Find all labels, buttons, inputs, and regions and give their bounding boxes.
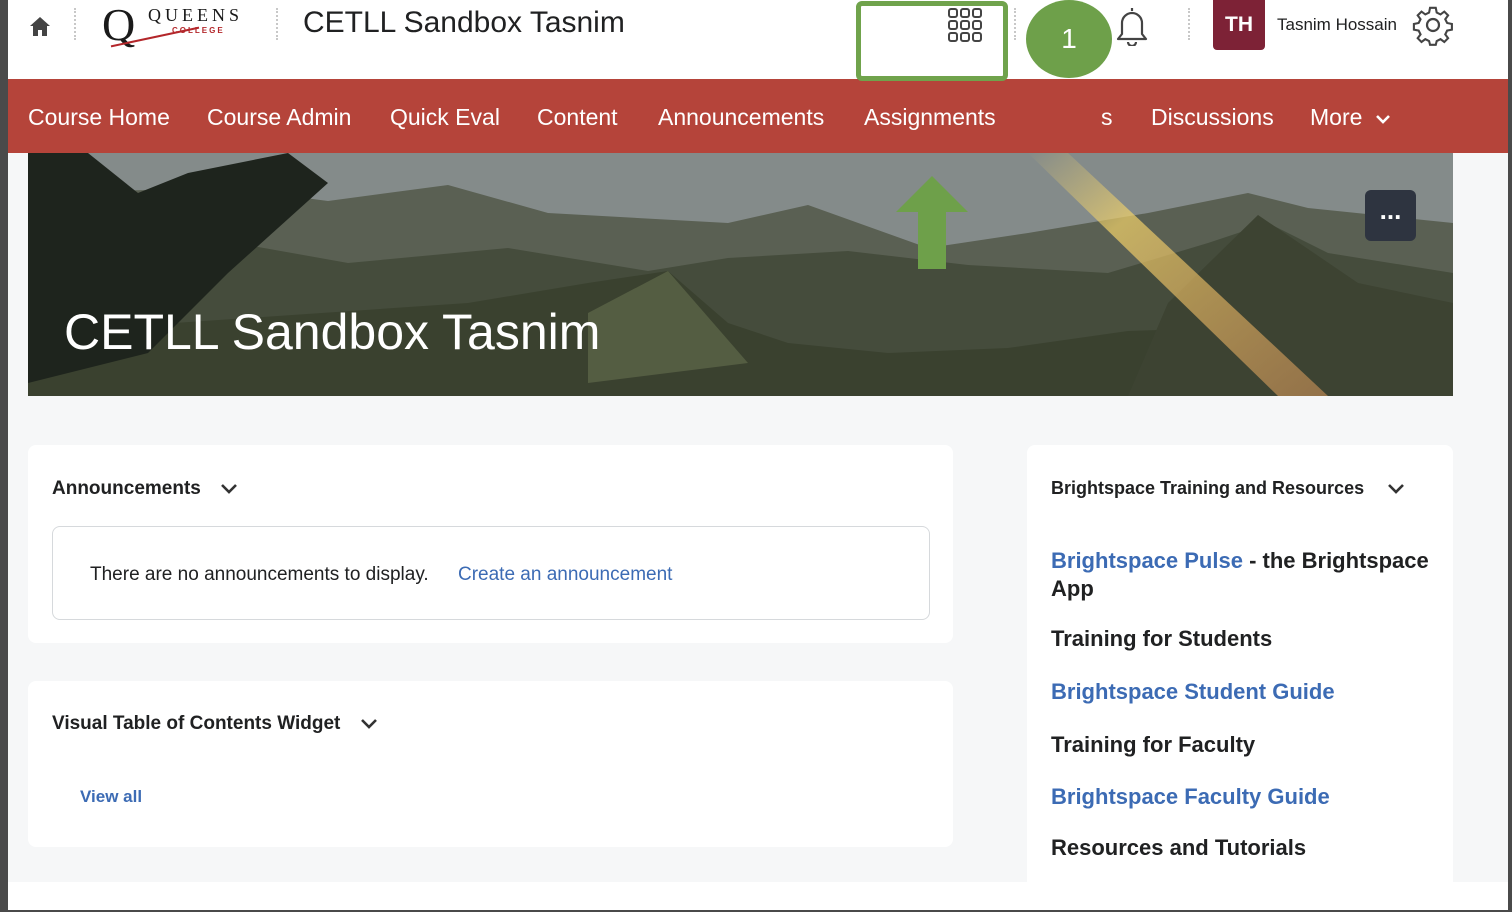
announcements-empty-state: There are no announcements to display. C…: [52, 526, 930, 620]
assignments-highlight-box: [856, 1, 1008, 81]
nav-more-label: More: [1310, 104, 1363, 130]
user-name[interactable]: Tasnim Hossain: [1277, 15, 1397, 35]
visual-toc-widget: Visual Table of Contents Widget View all: [28, 681, 953, 847]
announcements-widget: Announcements There are no announcements…: [28, 445, 953, 643]
course-navbar: Course Home Course Admin Quick Eval Cont…: [8, 79, 1508, 153]
avatar[interactable]: TH: [1213, 0, 1265, 50]
divider: [276, 8, 278, 40]
pulse-description-continued: App: [1051, 576, 1094, 601]
nav-course-admin[interactable]: Course Admin: [207, 79, 351, 153]
no-announcements-text: There are no announcements to display.: [90, 564, 429, 585]
resources-widget-title: Brightspace Training and Resources: [1051, 478, 1365, 498]
course-title[interactable]: CETLL Sandbox Tasnim: [303, 6, 625, 40]
divider: [1188, 8, 1190, 40]
nav-course-home[interactable]: Course Home: [28, 79, 170, 153]
banner-course-title: CETLL Sandbox Tasnim: [64, 304, 601, 360]
chevron-down-icon[interactable]: [360, 718, 378, 730]
home-icon[interactable]: [26, 12, 54, 40]
view-all-link[interactable]: View all: [80, 787, 142, 807]
course-banner: CETLL Sandbox Tasnim ...: [28, 153, 1453, 396]
gear-icon[interactable]: [1412, 4, 1454, 46]
banner-more-options-button[interactable]: ...: [1365, 190, 1416, 241]
queens-college-logo[interactable]: Q QUEENS COLLEGE: [100, 0, 260, 52]
page: Q QUEENS COLLEGE CETLL Sandbox Tasnim TH…: [8, 0, 1508, 910]
bottom-strip: [8, 882, 1508, 910]
up-arrow-annotation-icon: [896, 176, 968, 269]
chevron-down-icon[interactable]: [220, 483, 238, 495]
step-number-badge: 1: [1026, 0, 1112, 78]
nav-more[interactable]: More: [1310, 79, 1391, 153]
training-for-students-heading: Training for Students: [1051, 626, 1273, 651]
pulse-resource-line: Brightspace Pulse - the Brightspace: [1051, 548, 1429, 574]
brightspace-resources-widget: Brightspace Training and Resources Brigh…: [1027, 445, 1453, 895]
brightspace-pulse-link[interactable]: Brightspace Pulse: [1051, 548, 1243, 573]
bell-icon[interactable]: [1112, 4, 1152, 48]
top-header: Q QUEENS COLLEGE CETLL Sandbox Tasnim TH…: [8, 0, 1508, 79]
nav-content[interactable]: Content: [537, 79, 618, 153]
nav-discussions[interactable]: Discussions: [1151, 79, 1274, 153]
visual-toc-widget-title: Visual Table of Contents Widget: [52, 713, 341, 734]
faculty-guide-link[interactable]: Brightspace Faculty Guide: [1051, 784, 1330, 810]
nav-assignments[interactable]: Assignments: [864, 79, 996, 153]
announcements-widget-title: Announcements: [52, 478, 201, 499]
divider: [74, 8, 76, 40]
nav-quick-eval[interactable]: Quick Eval: [390, 79, 500, 153]
divider: [1014, 8, 1016, 40]
nav-announcements[interactable]: Announcements: [658, 79, 824, 153]
create-announcement-link[interactable]: Create an announcement: [458, 564, 672, 586]
chevron-down-icon[interactable]: [1387, 483, 1405, 495]
logo-word: QUEENS: [148, 5, 243, 25]
training-for-faculty-heading: Training for Faculty: [1051, 732, 1256, 757]
student-guide-link[interactable]: Brightspace Student Guide: [1051, 679, 1335, 705]
nav-hidden-item-fragment[interactable]: s: [1101, 79, 1113, 153]
resources-tutorials-heading: Resources and Tutorials: [1051, 835, 1307, 860]
chevron-down-icon: [1375, 115, 1390, 124]
pulse-description: - the Brightspace: [1242, 548, 1429, 573]
